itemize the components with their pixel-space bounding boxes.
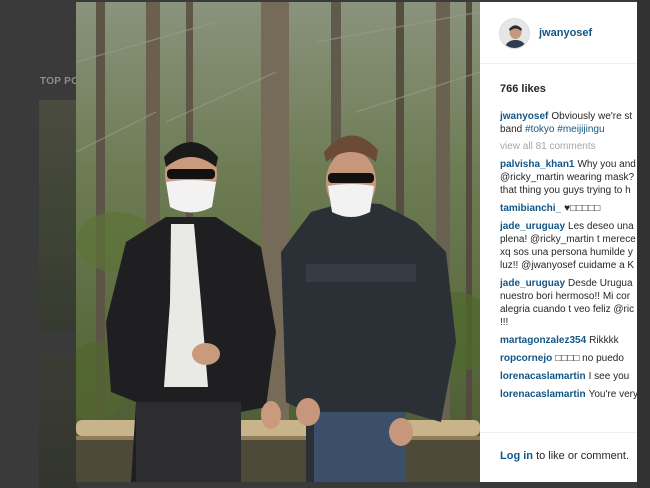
comment-item: jade_uruguay Desde Urugua nuestro bori her… <box>500 277 637 329</box>
caption-text: band <box>500 124 523 135</box>
comment-text: @ricky_martin wearing mask? <box>500 172 635 183</box>
background-thumbnail[interactable] <box>39 355 77 488</box>
comment-text: !!! <box>500 317 509 328</box>
comment-text: You're very <box>588 389 637 400</box>
comment-text: alegria cuando t veo feliz @ric <box>500 304 635 315</box>
post-footer: Log in to like or comment. <box>480 432 637 482</box>
comment-item: palvisha_khan1 Why you and @ricky_martin w… <box>500 158 637 197</box>
login-link[interactable]: Log in <box>500 450 533 462</box>
comment-text: xq sos una persona humilde y <box>500 247 633 258</box>
comment-text: ♥□□□□□ <box>564 203 601 214</box>
login-prompt: Log in to like or comment. <box>500 450 629 462</box>
section-label: TOP PO <box>40 76 80 87</box>
comment-item: jade_uruguay Les deseo una plena! @ricky_m… <box>500 220 637 272</box>
login-prompt-text: to like or comment. <box>536 450 629 462</box>
comment-text: I see you <box>588 371 630 382</box>
background-thumbnail[interactable] <box>39 100 77 332</box>
comment-username[interactable]: ropcornejo <box>500 353 552 364</box>
comment-text: that thing you guys trying to h <box>500 185 631 196</box>
comment-username[interactable]: lorenacaslamartin <box>500 371 586 382</box>
comment-item: martagonzalez354 Rikkkk <box>500 334 637 347</box>
comment-text: plena! @ricky_martin t merece <box>500 234 636 245</box>
comment-username[interactable]: martagonzalez354 <box>500 335 586 346</box>
comment-item: ropcornejo □□□□ no puedo <box>500 352 637 365</box>
post-username-link[interactable]: jwanyosef <box>539 27 592 39</box>
post-header: jwanyosef <box>480 2 637 64</box>
comment-text: Desde Urugua <box>568 278 633 289</box>
post-photo <box>76 2 480 482</box>
comment-username[interactable]: jade_uruguay <box>500 221 565 232</box>
likes-count[interactable]: 766 likes <box>500 83 546 95</box>
comment-username[interactable]: jade_uruguay <box>500 278 565 289</box>
comment-item: lorenacaslamartin You're very <box>500 388 637 401</box>
comment-text: Why you and <box>577 159 636 170</box>
caption-text: Obviously we're st <box>551 111 633 122</box>
background-edge <box>637 0 650 488</box>
comment-username[interactable]: palvisha_khan1 <box>500 159 574 170</box>
comment-item: tamibianchi_ ♥□□□□□ <box>500 202 637 215</box>
caption: jwanyosef Obviously we're st band #tokyo … <box>500 110 637 136</box>
comment-text: Les deseo una <box>568 221 634 232</box>
comment-text: □□□□ no puedo <box>555 353 624 364</box>
comment-username[interactable]: lorenacaslamartin <box>500 389 586 400</box>
caption-hashtags[interactable]: #tokyo #meijijingu <box>525 124 605 135</box>
comment-text: luz!! @jwanyosef cuidame a K <box>500 260 635 271</box>
comments-list: jwanyosef Obviously we're st band #tokyo … <box>500 110 637 432</box>
comment-username[interactable]: tamibianchi_ <box>500 203 561 214</box>
comment-item: lorenacaslamartin I see you <box>500 370 637 383</box>
comment-text: Rikkkk <box>589 335 619 346</box>
post-side-panel: jwanyosef 766 likes jwanyosef Obviously w… <box>480 2 637 482</box>
comment-text: nuestro bori hermoso!! Mi cor <box>500 291 631 302</box>
caption-username[interactable]: jwanyosef <box>500 111 548 122</box>
view-all-comments-link[interactable]: view all 81 comments <box>500 141 637 152</box>
avatar[interactable] <box>499 18 530 49</box>
comment-container: palvisha_khan1 Why you and @ricky_martin w… <box>500 158 637 401</box>
